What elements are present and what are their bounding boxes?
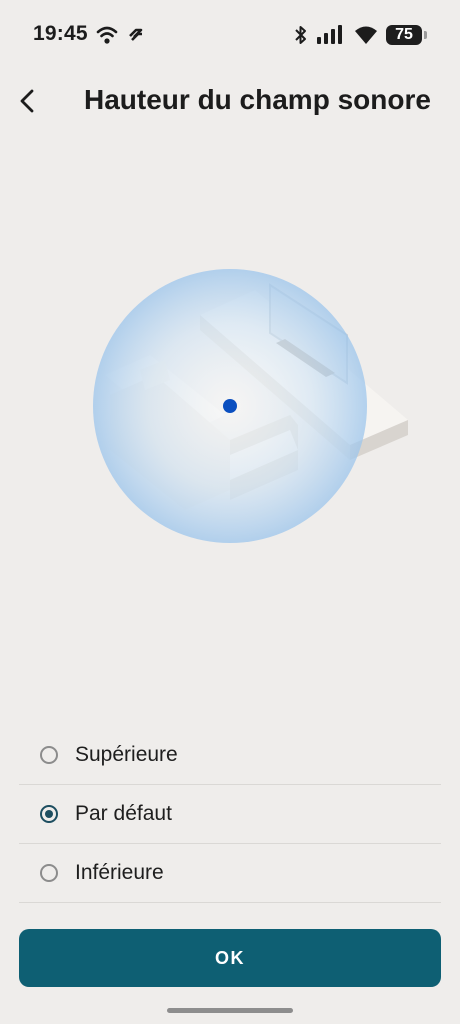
nfc-icon: [129, 28, 143, 41]
ok-button-label: OK: [215, 947, 245, 968]
signal-icon: [317, 25, 342, 44]
option-superieure[interactable]: Supérieure: [19, 726, 441, 785]
radio-button[interactable]: [40, 864, 58, 882]
option-inferieure[interactable]: Inférieure: [19, 844, 441, 903]
status-time: 19:45: [33, 22, 88, 45]
listener-position-dot: [223, 399, 237, 413]
battery-tip: [424, 31, 427, 39]
option-label: Par défaut: [75, 802, 172, 825]
battery-level: 75: [395, 26, 413, 43]
room-sound-field-illustration: [93, 269, 408, 543]
home-indicator[interactable]: [167, 1008, 293, 1013]
height-options-list: Supérieure Par défaut Inférieure: [19, 726, 441, 903]
option-par-defaut[interactable]: Par défaut: [19, 785, 441, 844]
chevron-left-icon[interactable]: [14, 86, 40, 116]
radio-button-selected[interactable]: [40, 805, 58, 823]
bluetooth-icon: [295, 26, 306, 44]
battery-icon: 75: [386, 25, 422, 45]
ok-button[interactable]: OK: [19, 929, 441, 987]
option-label: Supérieure: [75, 743, 178, 766]
wifi-icon: [96, 26, 118, 44]
option-label: Inférieure: [75, 861, 164, 884]
page-title: Hauteur du champ sonore: [84, 84, 431, 115]
status-bar: 19:45 75: [0, 0, 460, 70]
radio-button[interactable]: [40, 746, 58, 764]
wifi-icon: [355, 26, 377, 44]
